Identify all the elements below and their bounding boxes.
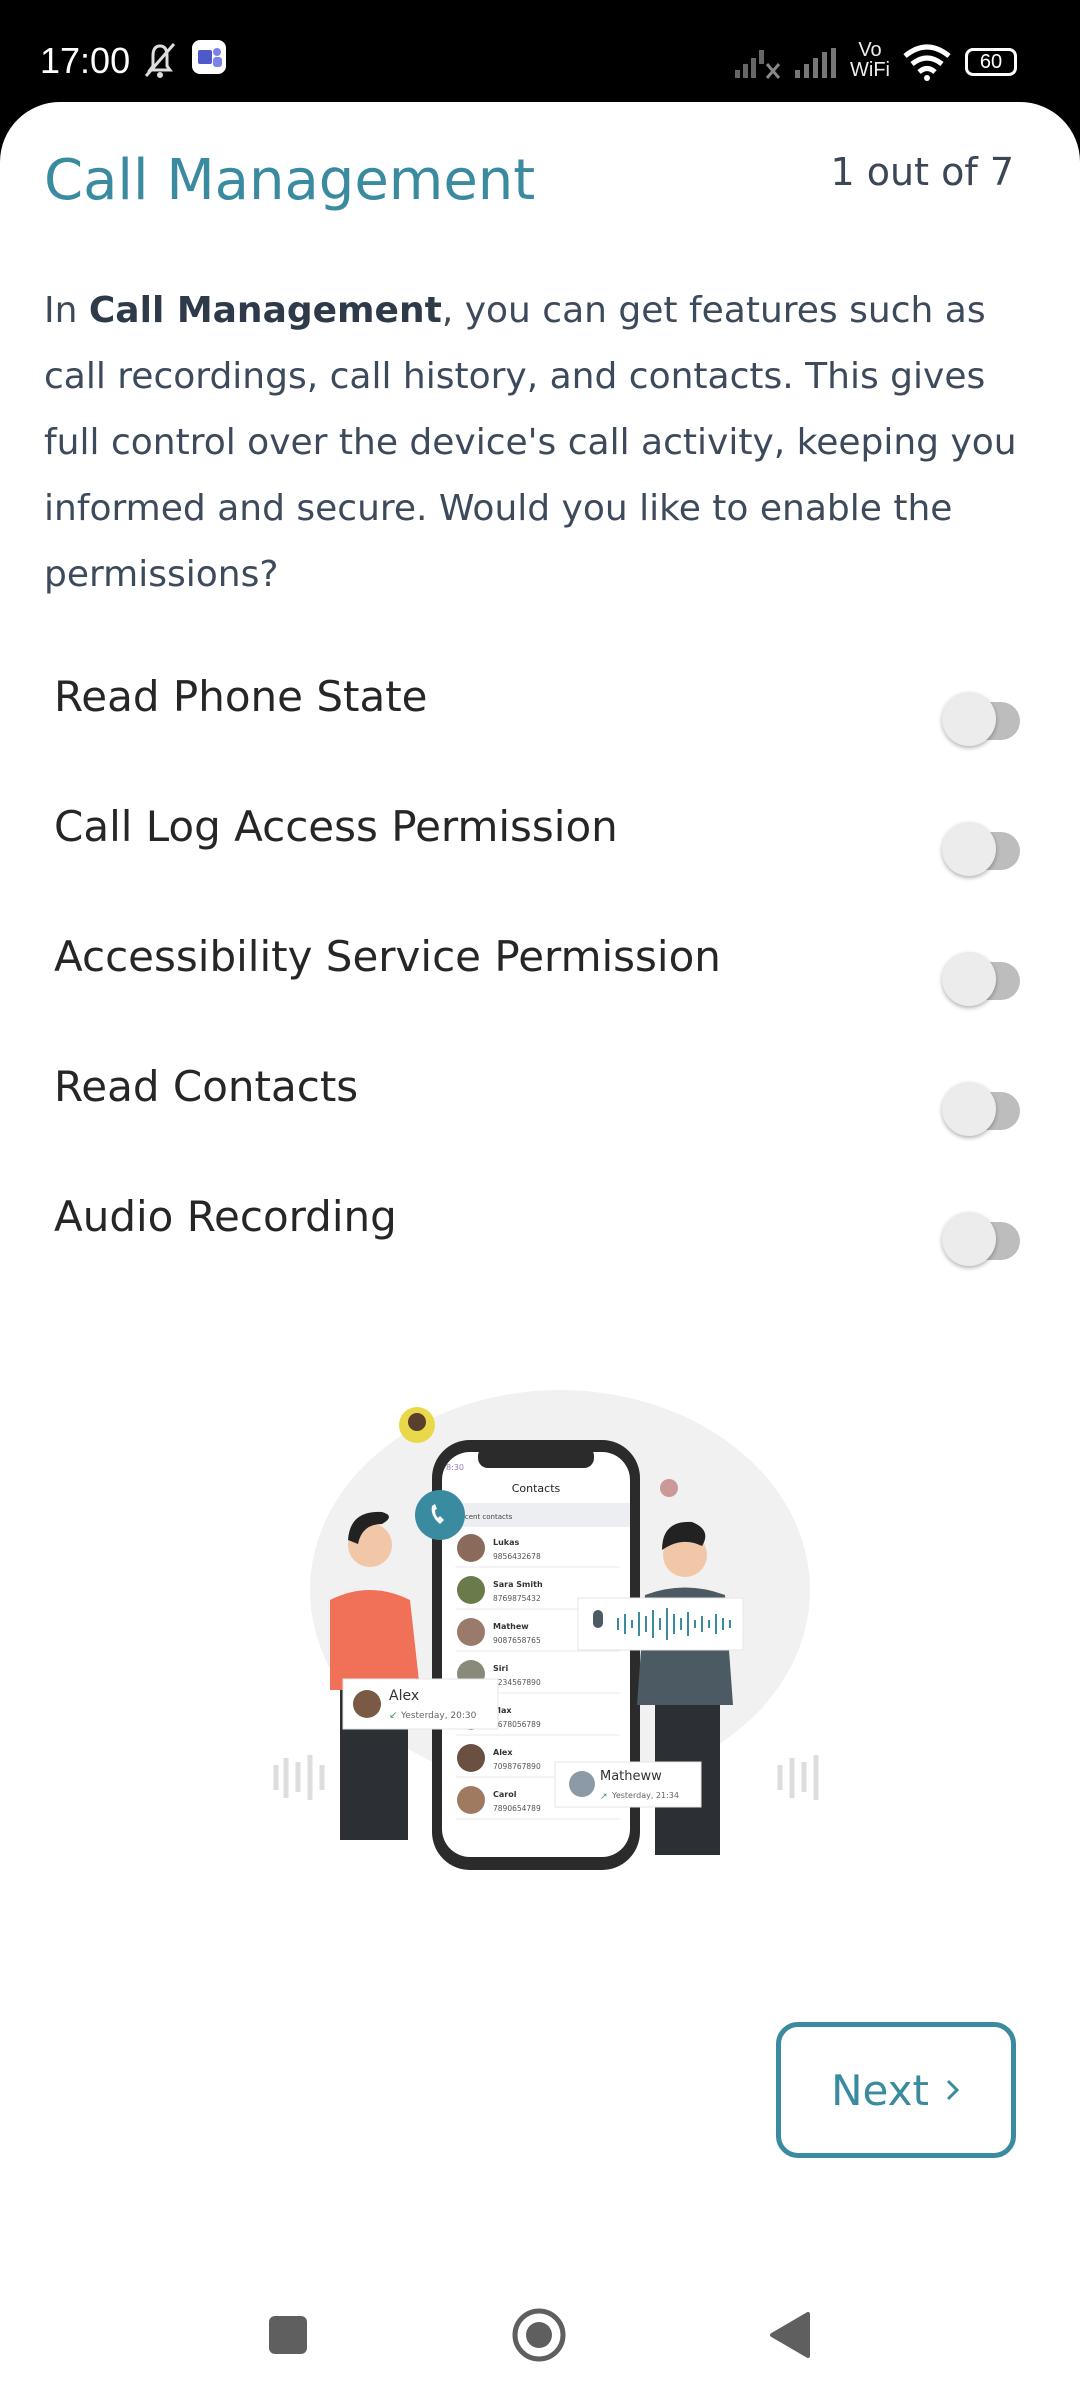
back-triangle-icon <box>770 2312 810 2358</box>
vowifi-bottom: WiFi <box>850 59 890 81</box>
permission-label: Read Contacts <box>54 1062 359 1111</box>
microphone-icon <box>593 1610 603 1628</box>
contact-name: Carol <box>493 1790 517 1799</box>
bell-off-icon <box>144 43 176 78</box>
permission-label: Read Phone State <box>54 672 428 721</box>
description: In Call Management, you can get features… <box>44 278 1034 608</box>
page-title: Call Management <box>44 148 536 213</box>
phone-title: Contacts <box>512 1482 561 1495</box>
permission-row-read-phone-state: Read Phone State <box>54 672 1024 752</box>
contact-avatar <box>457 1786 485 1814</box>
call-management-illustration: 8:30 Contacts Recent contacts Lukas98564… <box>273 1390 819 1870</box>
permission-label: Accessibility Service Permission <box>54 932 721 981</box>
phone-time: 8:30 <box>446 1463 464 1472</box>
contact-name: Sara Smith <box>493 1580 543 1589</box>
permission-row-audio-recording: Audio Recording <box>54 1192 1024 1272</box>
next-label: Next <box>831 2065 929 2115</box>
permission-label: Call Log Access Permission <box>54 802 618 851</box>
contact-number: 8769875432 <box>493 1594 541 1603</box>
contact-avatar <box>457 1534 485 1562</box>
back-button[interactable] <box>755 2300 825 2370</box>
recents-square-icon <box>269 2316 307 2354</box>
battery-level: 60 <box>979 51 1003 73</box>
read-phone-state-toggle[interactable] <box>942 690 1034 750</box>
permission-row-call-log: Call Log Access Permission <box>54 802 1024 882</box>
card-right-time: Yesterday, 21:34 <box>611 1791 679 1800</box>
contact-name: Mathew <box>493 1622 529 1631</box>
permission-label: Audio Recording <box>54 1192 397 1241</box>
home-circle-icon <box>512 2308 566 2362</box>
recents-button[interactable] <box>253 2300 323 2370</box>
contact-number: 9856432678 <box>493 1552 541 1561</box>
description-prefix: In <box>44 290 89 331</box>
description-bold: Call Management <box>88 290 442 331</box>
step-indicator: 1 out of 7 <box>830 150 1014 194</box>
accessibility-toggle[interactable] <box>942 950 1034 1010</box>
audio-recording-toggle[interactable] <box>942 1210 1034 1270</box>
battery-icon: 60 <box>965 48 1017 76</box>
contact-name: Alex <box>493 1748 513 1757</box>
contact-number: 1234567890 <box>493 1678 541 1687</box>
home-button[interactable] <box>504 2300 574 2370</box>
outgoing-call-icon: ↗ <box>600 1792 608 1802</box>
contact-name: Siri <box>493 1664 508 1673</box>
chevron-right-icon <box>946 2079 960 2101</box>
call-log-toggle[interactable] <box>942 820 1034 880</box>
description-text: , you can get features such as call reco… <box>44 290 1017 595</box>
contact-avatar <box>457 1576 485 1604</box>
contact-number: 9678056789 <box>493 1720 541 1729</box>
incoming-call-icon: ↙ <box>389 1710 397 1721</box>
card-left-time: Yesterday, 20:30 <box>400 1711 477 1721</box>
teams-icon <box>192 40 226 74</box>
status-time: 17:00 <box>40 40 131 81</box>
contact-number: 7098767890 <box>493 1762 541 1771</box>
wifi-icon <box>903 44 951 81</box>
signal-icon <box>795 48 836 78</box>
next-button[interactable]: Next <box>776 2022 1016 2158</box>
contact-avatar <box>457 1744 485 1772</box>
permission-row-accessibility: Accessibility Service Permission <box>54 932 1024 1012</box>
signal-off-icon <box>735 50 781 79</box>
card-left-name: Alex <box>389 1688 419 1704</box>
contact-avatar <box>457 1618 485 1646</box>
card-right-name: Matheww <box>600 1769 662 1784</box>
permission-row-read-contacts: Read Contacts <box>54 1062 1024 1142</box>
contact-number: 9087658765 <box>493 1636 541 1645</box>
contact-number: 7890654789 <box>493 1804 541 1813</box>
contact-name: Lukas <box>493 1538 520 1547</box>
status-bar: 17:00 Vo WiFi 60 <box>0 0 1080 102</box>
read-contacts-toggle[interactable] <box>942 1080 1034 1140</box>
vowifi-icon: Vo WiFi <box>850 40 890 80</box>
vowifi-top: Vo <box>858 39 882 61</box>
